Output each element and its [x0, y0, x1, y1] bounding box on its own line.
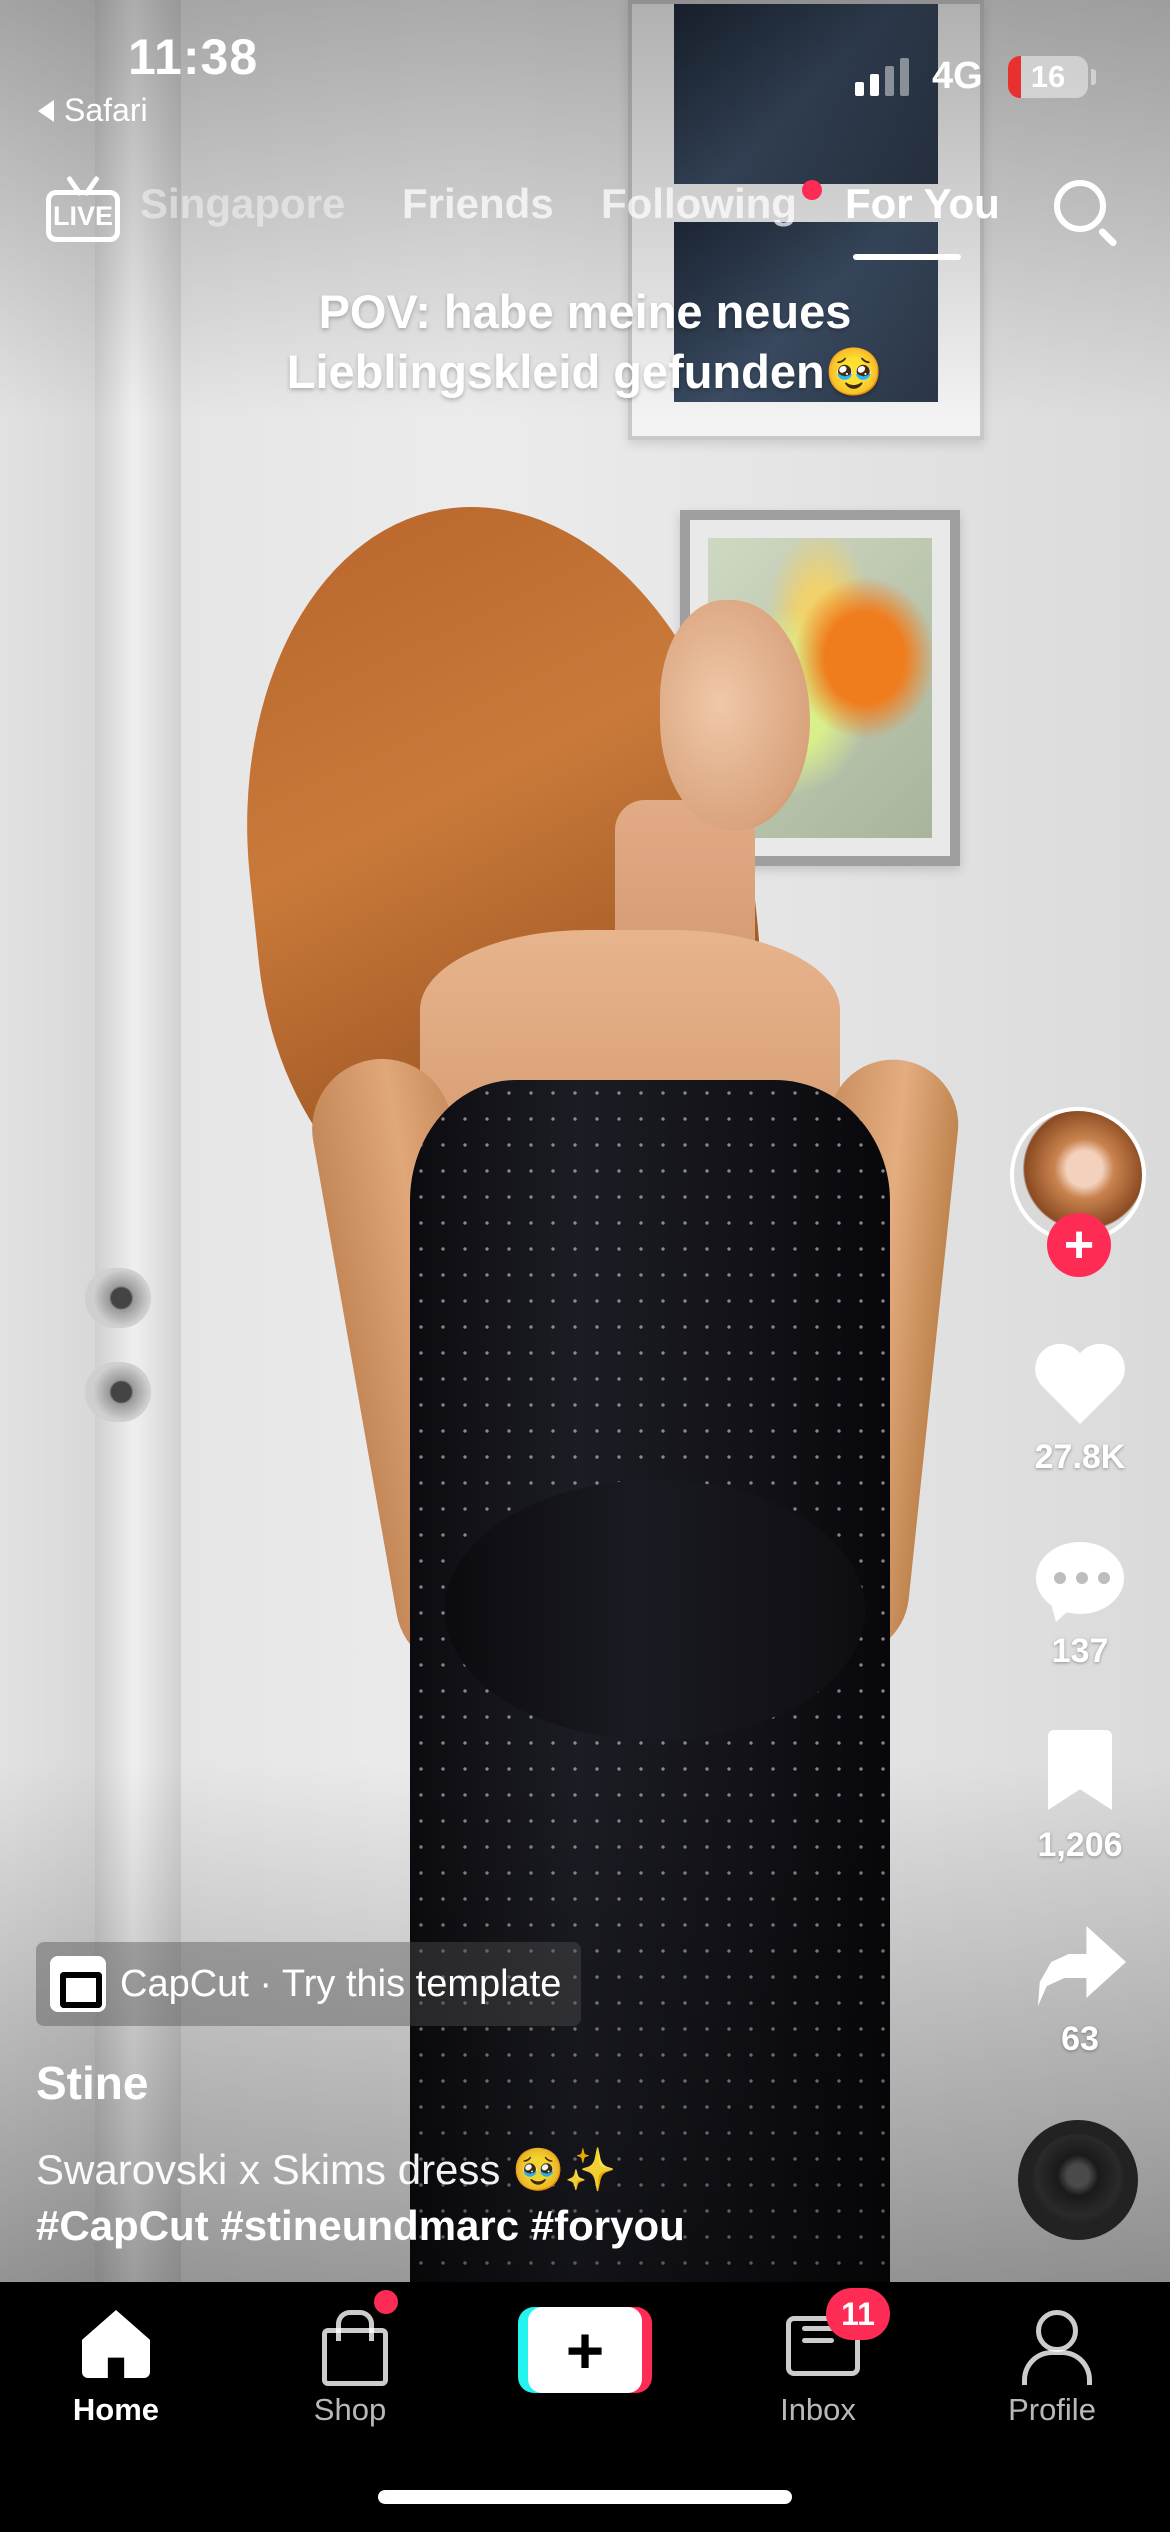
battery-tip	[1091, 69, 1096, 85]
shop-notification-dot	[374, 2290, 398, 2314]
inbox-badge: 11	[826, 2288, 890, 2340]
signal-bar	[870, 74, 879, 96]
following-notification-dot	[802, 180, 822, 200]
follow-button[interactable]: +	[1047, 1213, 1111, 1277]
signal-bar	[900, 58, 909, 96]
search-icon	[1054, 180, 1106, 232]
description-text: Swarovski x Skims dress 🥹✨	[36, 2146, 617, 2193]
comment-icon	[1032, 1530, 1128, 1626]
status-time: 11:38	[128, 29, 259, 85]
tab-profile[interactable]: Profile	[962, 2306, 1142, 2428]
heart-icon	[1032, 1336, 1128, 1432]
tab-for-you[interactable]: For You	[845, 180, 1000, 228]
overlay-line-1: POV: habe meine neues	[318, 285, 852, 338]
creator-avatar-button[interactable]: +	[1010, 1107, 1150, 1277]
battery-percent: 16	[1030, 59, 1066, 94]
like-button[interactable]: 27.8K	[1010, 1336, 1150, 1477]
network-type: 4G	[932, 55, 983, 97]
shopping-bag-icon	[310, 2306, 390, 2386]
home-icon	[76, 2306, 156, 2382]
home-indicator[interactable]	[378, 2490, 792, 2504]
tab-shop-label: Shop	[313, 2392, 387, 2427]
comment-bubble-tail	[1050, 1600, 1080, 1622]
tab-shop[interactable]: Shop	[260, 2306, 440, 2428]
video-description: Swarovski x Skims dress 🥹✨ #CapCut #stin…	[36, 2142, 976, 2254]
black-dress-waist	[445, 1480, 865, 1740]
overlay-line-2: Lieblingskleid gefunden🥹	[286, 345, 884, 398]
create-button[interactable]: +	[518, 2307, 652, 2393]
comment-button[interactable]: 137	[1010, 1530, 1150, 1671]
capcut-template-button[interactable]: CapCut · Try this template	[36, 1942, 582, 2026]
tab-home-label: Home	[72, 2392, 160, 2427]
active-tab-indicator	[853, 254, 961, 260]
share-count: 63	[1061, 2020, 1099, 2058]
door-hinge	[85, 1268, 151, 1328]
capcut-icon	[50, 1956, 106, 2012]
tab-following[interactable]: Following	[601, 180, 797, 228]
share-button[interactable]: 63	[1010, 1918, 1150, 2059]
bookmark-icon	[1032, 1724, 1128, 1820]
battery-fill	[1008, 56, 1021, 98]
door-hinge	[85, 1362, 151, 1422]
search-button[interactable]	[1050, 176, 1120, 248]
tab-inbox-label: Inbox	[780, 2392, 856, 2427]
tab-home[interactable]: Home	[26, 2306, 206, 2428]
tab-friends[interactable]: Friends	[402, 180, 554, 228]
signal-bar	[885, 66, 894, 96]
back-triangle-icon	[38, 99, 54, 122]
video-overlay-text: POV: habe meine neues Lieblingskleid gef…	[200, 282, 970, 402]
tab-singapore[interactable]: Singapore	[140, 180, 345, 228]
back-to-app-link[interactable]: Safari	[38, 92, 148, 129]
comment-count: 137	[1051, 1632, 1109, 1670]
description-hashtags[interactable]: #CapCut #stineundmarc #foryou	[36, 2198, 976, 2254]
tab-profile-label: Profile	[1008, 2392, 1096, 2427]
profile-icon	[1012, 2306, 1092, 2385]
share-icon	[1032, 1918, 1128, 2014]
capcut-template-label: CapCut · Try this template	[120, 1962, 562, 2005]
creator-username[interactable]: Stine	[36, 2056, 148, 2110]
bookmark-count: 1,206	[1037, 1826, 1123, 1864]
plus-icon: +	[1063, 1216, 1095, 1274]
bookmark-button[interactable]: 1,206	[1010, 1724, 1150, 1865]
like-count: 27.8K	[1034, 1438, 1126, 1476]
battery-icon: 16	[1008, 56, 1088, 98]
plus-icon: +	[528, 2307, 642, 2393]
back-app-label: Safari	[64, 92, 148, 128]
signal-bar	[855, 82, 864, 96]
music-disc-icon[interactable]	[1018, 2120, 1138, 2240]
cellular-signal-icon	[855, 58, 909, 96]
search-icon-handle	[1097, 227, 1119, 248]
feed-tabs: Singapore Friends Following For You	[0, 180, 1170, 240]
